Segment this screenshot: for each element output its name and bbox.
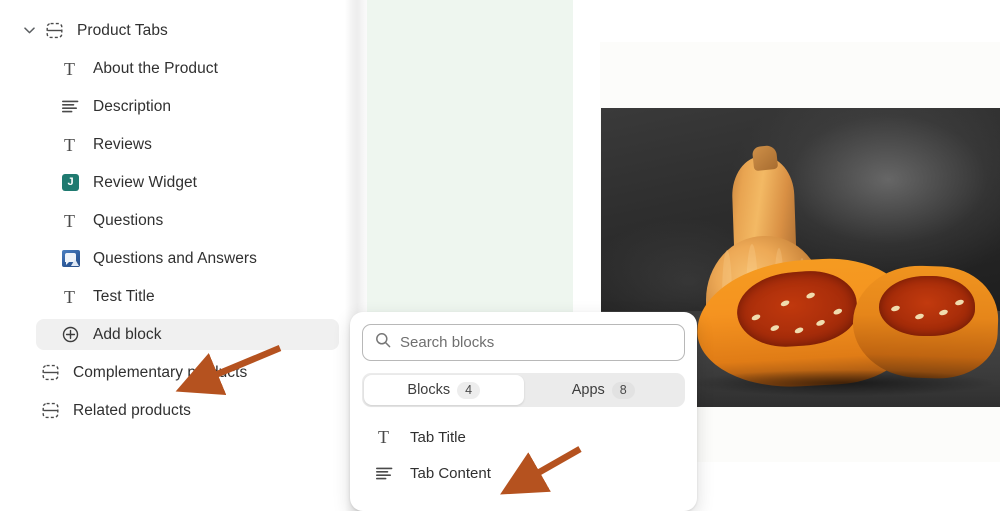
sidebar-item-label: Complementary products <box>73 363 248 381</box>
text-block-icon: T <box>64 210 75 231</box>
block-option-label: Tab Title <box>410 428 466 446</box>
section-block-icon <box>42 363 64 383</box>
circle-plus-icon <box>62 325 84 345</box>
block-picker-popover: Blocks 4 Apps 8 T Tab Title <box>350 312 697 511</box>
sidebar-item-questions-and-answers[interactable]: Questions and Answers <box>0 243 339 274</box>
tab-blocks-count: 4 <box>457 381 481 399</box>
tab-apps-count: 8 <box>611 381 635 399</box>
squash-shadow <box>693 370 993 396</box>
sidebar-item-reviews[interactable]: T Reviews <box>0 129 339 160</box>
block-list: T Tab Title Tab Content <box>362 419 685 491</box>
picker-tabs: Blocks 4 Apps 8 <box>362 373 685 407</box>
sidebar-item-label: Review Widget <box>93 173 198 191</box>
text-block-icon: T <box>378 427 389 447</box>
block-option-tab-content[interactable]: Tab Content <box>362 455 685 491</box>
search-input[interactable] <box>400 334 672 351</box>
text-block-icon: T <box>64 286 75 307</box>
sidebar-item-label: Add block <box>93 325 162 343</box>
sidebar-item-product-tabs[interactable]: Product Tabs <box>0 15 339 46</box>
search-icon <box>375 332 391 353</box>
text-block-icon: T <box>64 134 75 155</box>
sidebar-item-add-block[interactable]: Add block <box>36 319 339 350</box>
rich-text-icon <box>62 97 84 117</box>
app-block-qa-icon <box>62 249 84 269</box>
tab-blocks[interactable]: Blocks 4 <box>364 375 524 405</box>
tab-apps[interactable]: Apps 8 <box>524 375 684 405</box>
search-blocks-field[interactable] <box>362 324 685 361</box>
sidebar-item-about-the-product[interactable]: T About the Product <box>0 53 339 84</box>
block-option-label: Tab Content <box>410 464 491 482</box>
sidebar-item-label: Product Tabs <box>77 21 168 39</box>
sidebar-item-review-widget[interactable]: J Review Widget <box>0 167 339 198</box>
sidebar-item-complementary-products[interactable]: Complementary products <box>0 357 339 388</box>
text-block-icon: T <box>64 58 75 79</box>
sidebar-item-label: Reviews <box>93 135 152 153</box>
sidebar-item-test-title[interactable]: T Test Title <box>0 281 339 312</box>
sidebar-item-related-products[interactable]: Related products <box>0 395 339 426</box>
section-block-icon <box>46 21 68 41</box>
sidebar-item-label: Description <box>93 97 172 115</box>
squash-stem <box>751 144 779 172</box>
sidebar-item-label: Questions and Answers <box>93 249 257 267</box>
app-badge-letter: J <box>62 174 79 191</box>
tab-apps-label: Apps <box>571 382 605 398</box>
sidebar-item-label: Questions <box>93 211 164 229</box>
tab-blocks-label: Blocks <box>407 382 451 398</box>
app-block-judgeme-icon: J <box>62 173 84 193</box>
sidebar-item-label: About the Product <box>93 59 218 77</box>
sidebar-item-label: Test Title <box>93 287 155 305</box>
chevron-down-icon[interactable] <box>22 24 36 38</box>
sidebar-item-label: Related products <box>73 401 191 419</box>
rich-text-icon <box>376 463 398 483</box>
squash-half-right-cavity <box>879 276 975 336</box>
sidebar-item-questions[interactable]: T Questions <box>0 205 339 236</box>
sidebar-item-description[interactable]: Description <box>0 91 339 122</box>
section-block-icon <box>42 401 64 421</box>
blocks-sidebar: Product Tabs T About the Product Descrip… <box>0 0 345 511</box>
block-option-tab-title[interactable]: T Tab Title <box>362 419 685 455</box>
editor-screen: Product Tabs T About the Product Descrip… <box>0 0 1000 511</box>
